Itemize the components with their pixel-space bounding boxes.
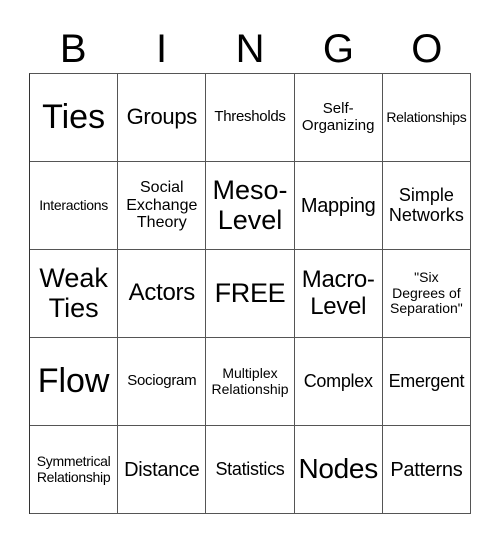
bingo-cell[interactable]: Self- Organizing [294, 74, 383, 162]
bingo-cell[interactable]: Relationships [382, 74, 471, 162]
bingo-cell[interactable]: Multiplex Relationship [206, 338, 295, 426]
bingo-cell[interactable]: Distance [118, 426, 207, 514]
header-letter-b: B [59, 27, 87, 71]
header-letter-n: N [235, 27, 265, 71]
bingo-cell[interactable]: Emergent [382, 338, 471, 426]
bingo-cell[interactable]: Actors [118, 250, 207, 338]
bingo-cell[interactable]: Weak Ties [30, 250, 119, 338]
bingo-cell[interactable]: Mapping [294, 162, 383, 250]
bingo-cell[interactable]: "Six Degrees of Separation" [382, 250, 471, 338]
bingo-cell[interactable]: Interactions [30, 162, 119, 250]
header-letter-o: O [411, 27, 443, 71]
bingo-grid: Ties Groups Thresholds Self- Organizing R… [29, 73, 471, 514]
bingo-cell[interactable]: Complex [294, 338, 383, 426]
bingo-cell[interactable]: Statistics [206, 426, 295, 514]
bingo-cell[interactable]: Sociogram [118, 338, 207, 426]
bingo-cell[interactable]: Thresholds [206, 74, 295, 162]
bingo-cell[interactable]: Social Exchange Theory [118, 162, 207, 250]
header-letter-i: I [156, 27, 168, 71]
bingo-cell[interactable]: Macro- Level [294, 250, 383, 338]
bingo-cell[interactable]: Meso- Level [206, 162, 295, 250]
bingo-header: B I N G O [29, 26, 471, 72]
header-letter-g: G [322, 27, 354, 71]
bingo-cell[interactable]: Symmetrical Relationship [30, 426, 119, 514]
bingo-cell[interactable]: Patterns [382, 426, 471, 514]
bingo-cell[interactable]: Simple Networks [382, 162, 471, 250]
bingo-cell[interactable]: Ties [30, 74, 119, 162]
bingo-cell[interactable]: Nodes [294, 426, 383, 514]
bingo-cell[interactable]: Groups [118, 74, 207, 162]
free-space-cell[interactable]: FREE [206, 250, 295, 338]
bingo-cell[interactable]: Flow [30, 338, 119, 426]
